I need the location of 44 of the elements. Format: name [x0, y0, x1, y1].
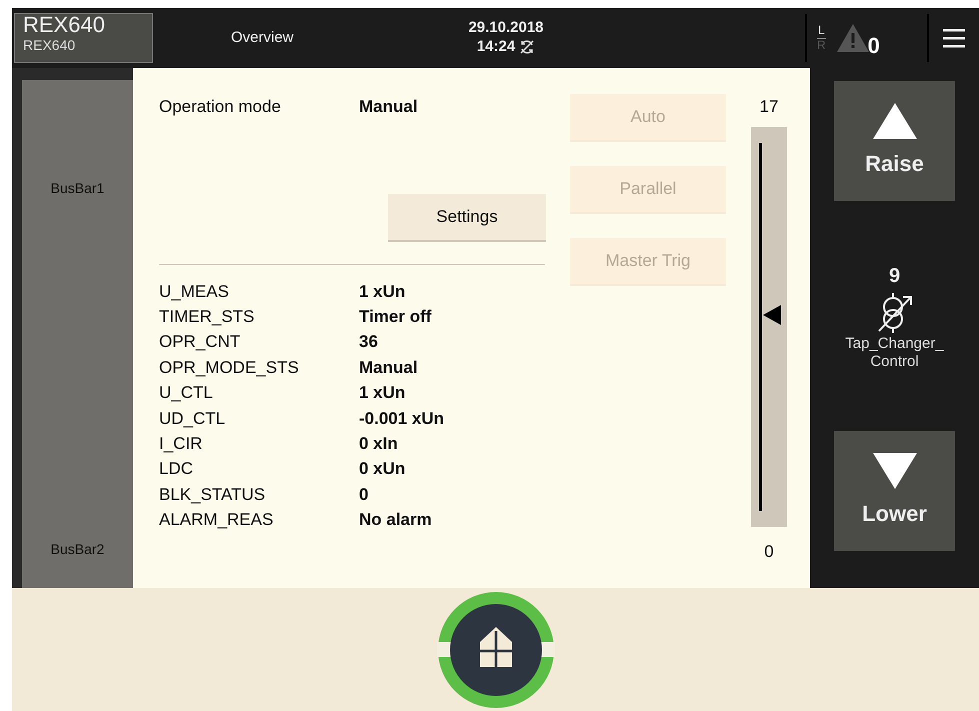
device-panel[interactable]: REX640 REX640: [14, 13, 153, 63]
signal-value: 1 xUn: [359, 382, 406, 404]
tap-max-label: 17: [760, 96, 778, 118]
time-text: 14:24: [476, 38, 516, 57]
date-text: 29.10.2018: [467, 19, 545, 38]
signal-name: ALARM_REAS: [159, 509, 274, 532]
device-name: REX640: [23, 14, 106, 36]
signal-name: BLK_STATUS: [159, 484, 266, 506]
down-triangle-icon: [872, 452, 916, 488]
alarm-count: 0: [868, 32, 880, 60]
signal-name: I_CIR: [159, 432, 204, 455]
signal-value: No alarm: [359, 509, 432, 532]
tap-min-label: 0: [764, 540, 774, 562]
signal-value: -0.001 xUn: [359, 408, 444, 430]
page-title: Overview: [231, 28, 295, 48]
settings-button[interactable]: Settings: [388, 194, 546, 242]
busbar-label: BusBar1: [50, 179, 104, 198]
signal-name: OPR_MODE_STS: [159, 356, 300, 379]
warning-icon: [836, 23, 870, 53]
signal-value: 1 xUn: [359, 280, 406, 302]
signal-name: U_CTL: [159, 382, 214, 404]
operation-mode-value: Manual: [359, 96, 418, 118]
signal-value: 0 xIn: [359, 432, 398, 455]
signal-value: Timer off: [359, 306, 432, 328]
busbar-label: BusBar2: [50, 540, 104, 559]
signal-name: TIMER_STS: [159, 306, 256, 328]
signal-name: U_MEAS: [159, 280, 230, 302]
lower-button[interactable]: Lower: [834, 431, 955, 551]
local-remote-indicator: L R: [817, 24, 826, 52]
signal-name: LDC: [159, 458, 194, 480]
sync-off-icon: [519, 39, 536, 56]
operation-mode-label: Operation mode: [159, 96, 282, 118]
signal-value: Manual: [359, 356, 418, 379]
signal-value: 0: [359, 484, 368, 506]
home-button[interactable]: [436, 590, 554, 708]
signal-value: 0 xUn: [359, 458, 406, 480]
signal-value: 36: [359, 331, 378, 354]
raise-button[interactable]: Raise: [834, 81, 955, 201]
tap-position-value: 9: [888, 264, 900, 289]
signal-name: UD_CTL: [159, 408, 226, 430]
signal-name: OPR_CNT: [159, 331, 242, 354]
tap-changer-name: Tap_Changer_ Control: [844, 335, 945, 371]
up-triangle-icon: [872, 102, 916, 138]
device-subtitle: REX640: [23, 38, 76, 52]
